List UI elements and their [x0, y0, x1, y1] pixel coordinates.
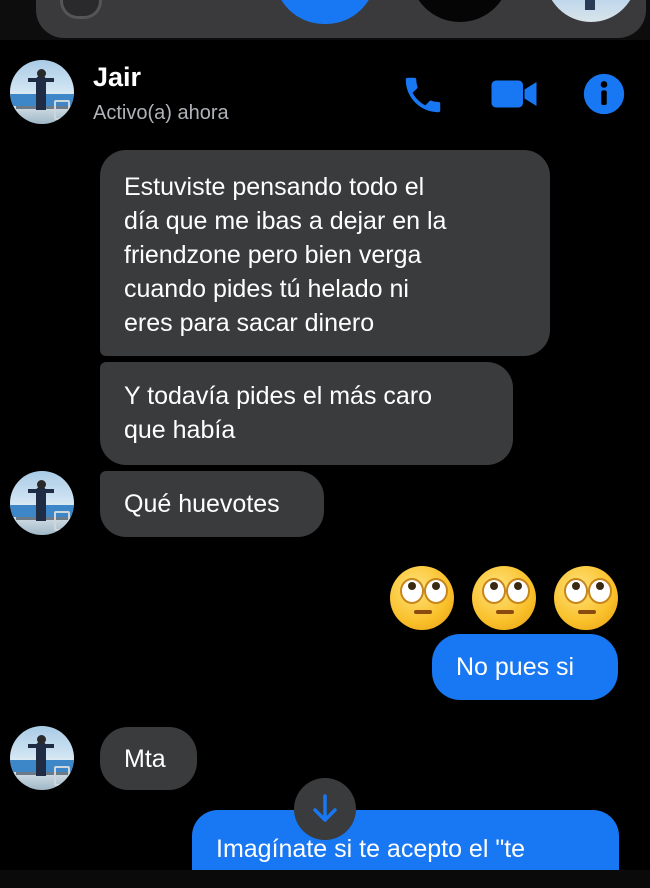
message-bubble-outgoing[interactable]: No pues si [432, 634, 618, 700]
eye-roll-emoji-icon [554, 566, 618, 630]
arrow-down-icon [313, 794, 337, 822]
message-line: día que me ibas a dejar en la [124, 207, 447, 235]
sender-avatar[interactable] [10, 471, 74, 535]
emoji-message[interactable] [390, 566, 620, 630]
sender-avatar[interactable] [10, 726, 74, 790]
video-camera-icon[interactable] [490, 76, 538, 112]
chat-header: Jair Activo(a) ahora [0, 52, 650, 132]
message-bubble-incoming[interactable]: Qué huevotes [100, 471, 324, 537]
eye-roll-emoji-icon [390, 566, 454, 630]
message-line: Y todavía pides el más caro [124, 382, 433, 410]
eye-roll-emoji-icon [472, 566, 536, 630]
message-line: Qué huevotes [124, 490, 280, 518]
scroll-to-bottom-button[interactable] [294, 778, 356, 840]
contact-avatar[interactable] [10, 60, 74, 124]
message-bubble-incoming[interactable]: Mta [100, 727, 197, 790]
message-line: Mta [124, 745, 166, 773]
message-bubble-incoming[interactable]: Y todavía pides el más caro que había [100, 362, 513, 465]
message-bubble-incoming[interactable]: Estuviste pensando todo el día que me ib… [100, 150, 550, 356]
message-line: eres para sacar dinero [124, 309, 375, 337]
bottom-bar [0, 870, 650, 888]
contact-name[interactable]: Jair [93, 62, 141, 93]
message-line: cuando pides tú helado ni [124, 275, 409, 303]
message-bubble-outgoing[interactable]: Imagínate si te acepto el "te [192, 810, 619, 870]
info-icon[interactable] [582, 72, 626, 116]
message-line: friendzone pero bien verga [124, 241, 422, 269]
message-line: Estuviste pensando todo el [124, 173, 425, 201]
contact-status: Activo(a) ahora [93, 102, 229, 124]
message-line: Imagínate si te acepto el "te [216, 835, 526, 863]
phone-icon[interactable] [400, 72, 446, 118]
message-line: No pues si [456, 653, 575, 681]
message-line: que había [124, 416, 236, 444]
